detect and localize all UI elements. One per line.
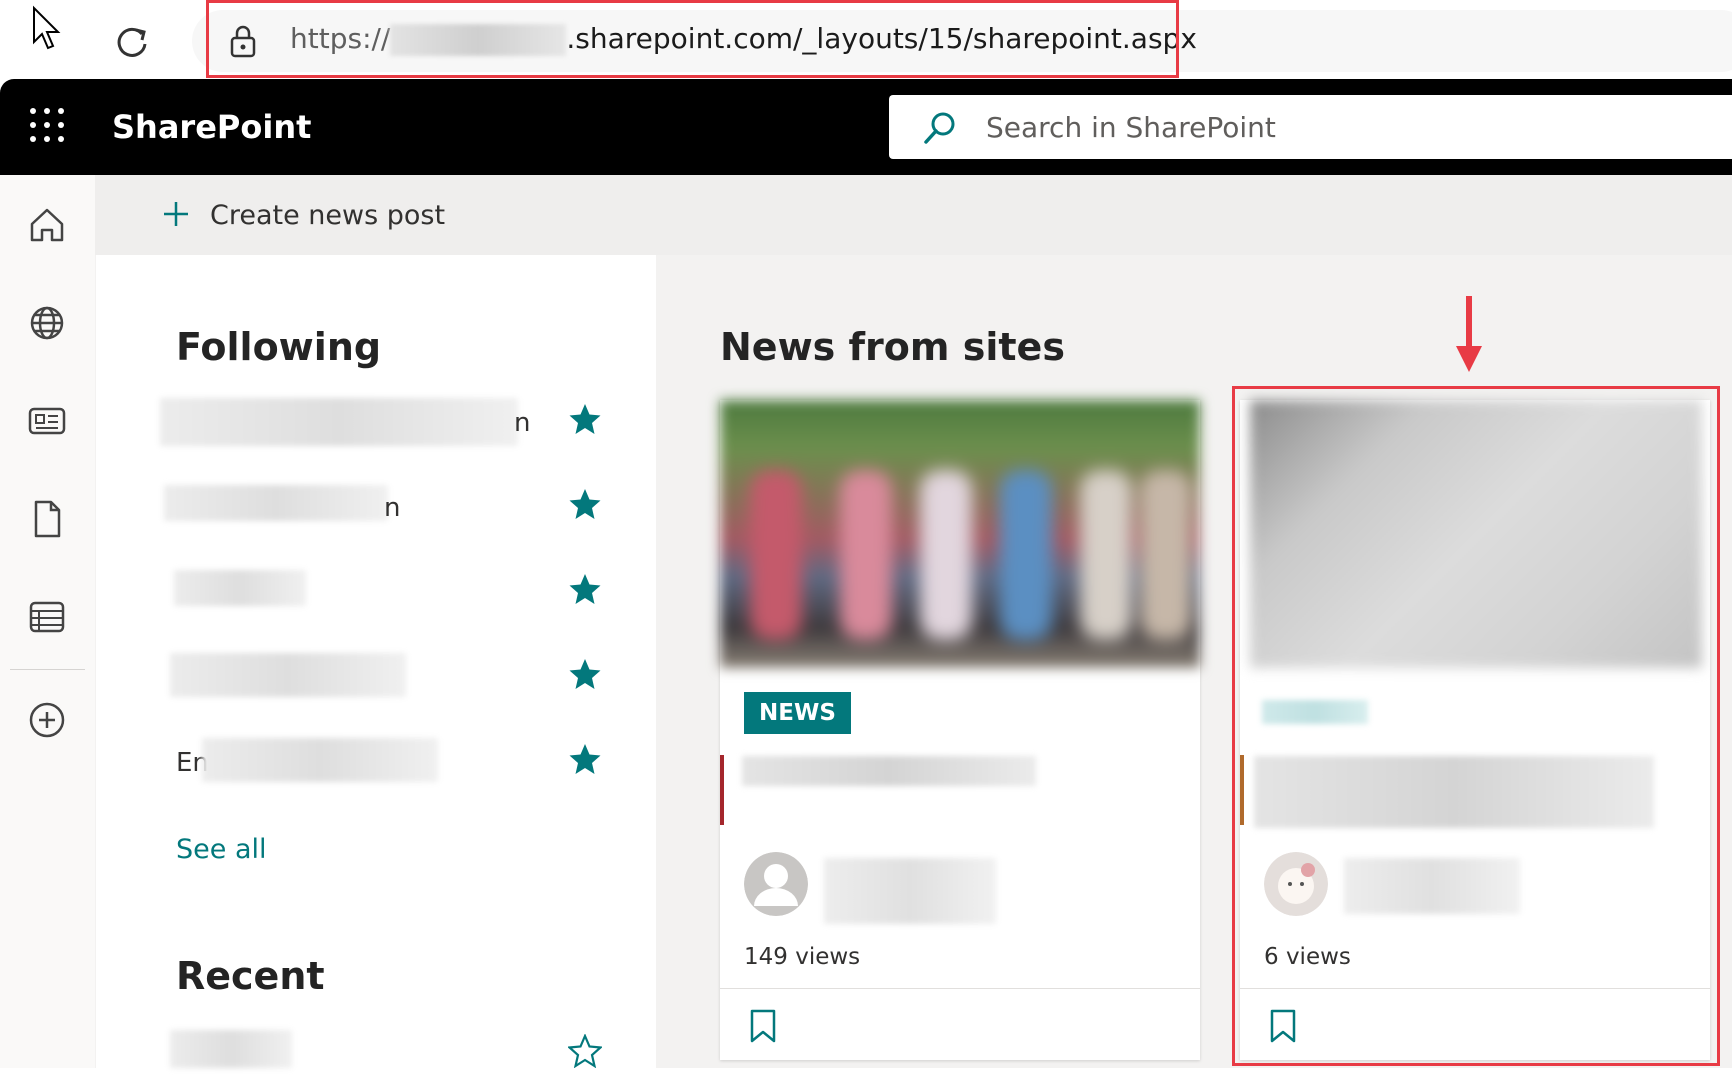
card-highlight-box <box>1232 386 1720 1066</box>
redacted-news-title[interactable] <box>742 756 1036 786</box>
redacted-site-name <box>202 738 438 782</box>
app-brand[interactable]: SharePoint <box>112 108 311 146</box>
star-filled-icon[interactable] <box>568 657 602 691</box>
redacted-site-name <box>164 485 388 521</box>
person-avatar-icon[interactable] <box>744 852 808 916</box>
redacted-site-name <box>174 570 306 606</box>
search-icon[interactable] <box>922 110 958 146</box>
star-filled-icon[interactable] <box>568 742 602 776</box>
see-all-link[interactable]: See all <box>176 834 267 865</box>
url-highlight-box <box>206 0 1179 78</box>
redacted-site-name <box>170 1030 292 1068</box>
news-thumbnail[interactable] <box>720 400 1200 668</box>
red-arrow-annotation-icon <box>1456 296 1482 372</box>
document-icon[interactable] <box>26 498 68 540</box>
following-item[interactable] <box>160 653 620 703</box>
star-outline-icon[interactable] <box>568 1034 602 1068</box>
redacted-site-name <box>160 398 518 446</box>
create-plus-circle-icon[interactable] <box>26 699 68 741</box>
news-icon[interactable] <box>26 400 68 442</box>
recent-item[interactable] <box>160 1030 620 1080</box>
news-card[interactable]: NEWS 149 views <box>720 400 1200 1060</box>
news-badge: NEWS <box>744 692 851 734</box>
card-divider <box>720 988 1200 989</box>
following-item[interactable]: n <box>160 483 620 533</box>
globe-icon[interactable] <box>26 302 68 344</box>
card-accent-bar <box>720 755 724 825</box>
list-icon[interactable] <box>26 596 68 638</box>
following-item-text: n <box>384 493 401 523</box>
following-item-text: n <box>514 408 531 438</box>
app-launcher-icon[interactable] <box>30 108 66 144</box>
search-input[interactable]: Search in SharePoint <box>986 111 1276 144</box>
mouse-cursor-icon <box>33 5 61 50</box>
star-filled-icon[interactable] <box>568 572 602 606</box>
following-item[interactable]: n <box>160 398 620 448</box>
following-item[interactable] <box>160 568 620 618</box>
recent-title: Recent <box>176 954 325 998</box>
redacted-site-name <box>170 653 406 697</box>
create-news-post-button[interactable]: Create news post <box>210 200 445 231</box>
following-title: Following <box>176 325 382 369</box>
view-count: 149 views <box>744 944 861 970</box>
refresh-icon[interactable] <box>112 22 152 62</box>
rail-divider <box>10 669 85 670</box>
redacted-author[interactable] <box>824 858 996 924</box>
following-item[interactable]: En <box>160 738 620 788</box>
home-icon[interactable] <box>26 204 68 246</box>
bookmark-icon[interactable] <box>748 1008 778 1044</box>
star-filled-icon[interactable] <box>568 402 602 436</box>
star-filled-icon[interactable] <box>568 487 602 521</box>
plus-icon[interactable] <box>162 200 190 228</box>
news-from-sites-title: News from sites <box>720 325 1065 369</box>
